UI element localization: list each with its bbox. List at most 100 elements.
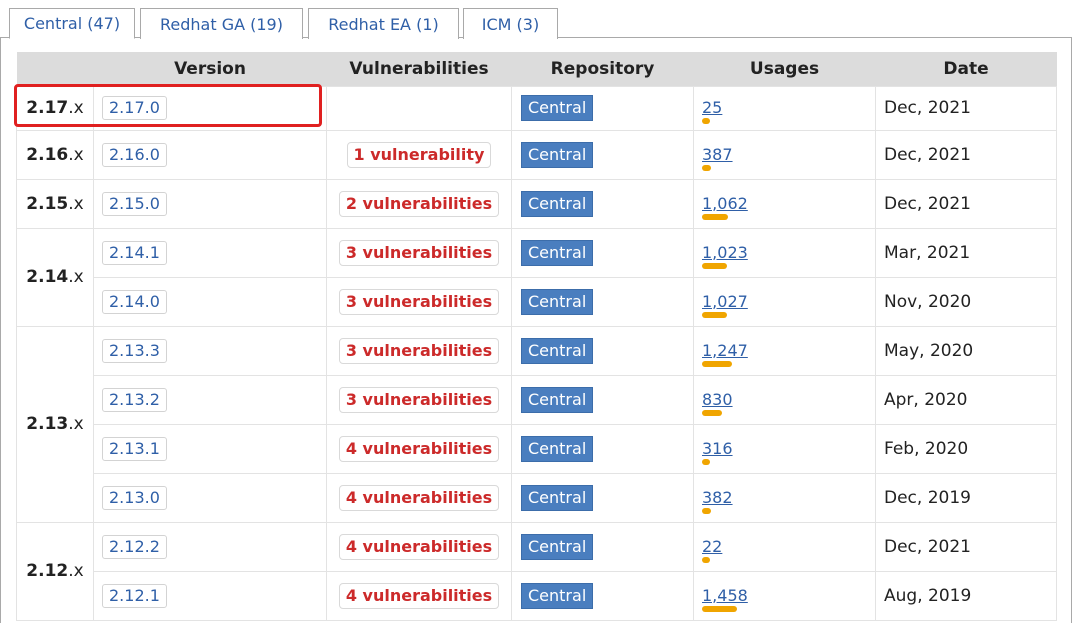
repository-badge[interactable]: Central — [521, 288, 594, 315]
usage-count-link[interactable]: 1,027 — [702, 292, 748, 311]
version-link[interactable]: 2.13.3 — [102, 338, 167, 363]
table-row: 2.13.0 4 vulnerabilities Central 382 Dec, 20… — [17, 472, 1057, 523]
repository-badge[interactable]: Central — [521, 582, 594, 609]
date-cell: Dec, 2021 — [875, 129, 1057, 180]
usage-count-link[interactable]: 387 — [702, 145, 733, 164]
vulnerability-badge[interactable]: 3 vulnerabilities — [338, 337, 500, 364]
usage-count-link[interactable]: 25 — [702, 98, 722, 117]
vulnerability-badge[interactable]: 4 vulnerabilities — [338, 484, 500, 511]
repository-badge[interactable]: Central — [521, 533, 594, 560]
vulnerability-badge[interactable]: 4 vulnerabilities — [338, 582, 500, 609]
usage-wrap: 1,247 — [702, 341, 748, 367]
date-cell: Nov, 2020 — [875, 276, 1057, 327]
header-date: Date — [875, 52, 1057, 86]
repository-cell: Central — [511, 472, 694, 523]
table-body: 2.17.x 2.17.0 Central 25 Dec, 2021 2.16.x 2.16… — [16, 85, 1057, 621]
date-cell: Dec, 2021 — [875, 178, 1057, 229]
usages-cell: 22 — [693, 521, 876, 572]
version-link[interactable]: 2.12.1 — [102, 583, 167, 608]
minor-version-number: 2.15 — [26, 193, 69, 214]
version-link[interactable]: 2.13.2 — [102, 387, 167, 412]
vulnerability-badge[interactable]: 3 vulnerabilities — [338, 386, 500, 413]
vulnerabilities-cell: 3 vulnerabilities — [326, 276, 512, 327]
versions-panel: Central (47) Redhat GA (19) Redhat EA (1… — [0, 0, 1080, 623]
vulnerability-badge[interactable]: 4 vulnerabilities — [338, 533, 500, 560]
date-cell: Feb, 2020 — [875, 423, 1057, 474]
repository-badge[interactable]: Central — [521, 337, 594, 364]
tab-redhat-ga[interactable]: Redhat GA (19) — [140, 8, 303, 39]
minor-version-number: 2.14 — [26, 267, 69, 287]
vulnerabilities-cell: 4 vulnerabilities — [326, 423, 512, 474]
tab-redhat-ea[interactable]: Redhat EA (1) — [308, 8, 459, 39]
vulnerability-badge[interactable]: 4 vulnerabilities — [338, 435, 500, 462]
date-cell: Aug, 2019 — [875, 570, 1057, 621]
usage-wrap: 382 — [702, 488, 733, 514]
table-row: 2.13.1 4 vulnerabilities Central 316 Feb, 20… — [17, 423, 1057, 474]
minor-version-label: 2.13.x — [16, 325, 94, 523]
date-cell: Dec, 2019 — [875, 472, 1057, 523]
version-link[interactable]: 2.15.0 — [102, 191, 167, 216]
version-link[interactable]: 2.14.1 — [102, 240, 167, 265]
usages-cell: 1,458 — [693, 570, 876, 621]
usage-wrap: 1,062 — [702, 194, 748, 220]
usage-wrap: 22 — [702, 537, 722, 563]
minor-version-number: 2.13 — [26, 414, 69, 434]
minor-version-suffix: .x — [68, 561, 84, 581]
usage-wrap: 1,458 — [702, 586, 748, 612]
usage-bar — [702, 409, 722, 416]
repository-badge[interactable]: Central — [521, 435, 594, 462]
vulnerabilities-cell: 3 vulnerabilities — [326, 374, 512, 425]
repository-cell: Central — [511, 570, 694, 621]
repository-badge[interactable]: Central — [521, 239, 594, 266]
repository-badge[interactable]: Central — [521, 141, 594, 168]
minor-version-suffix: .x — [68, 414, 84, 434]
usage-wrap: 1,023 — [702, 243, 748, 269]
usages-cell: 1,027 — [693, 276, 876, 327]
version-link[interactable]: 2.17.0 — [102, 96, 167, 120]
version-link[interactable]: 2.16.0 — [102, 142, 167, 167]
repository-badge[interactable]: Central — [521, 484, 594, 511]
version-cell: 2.16.0 — [93, 129, 327, 180]
version-link[interactable]: 2.12.2 — [102, 534, 167, 559]
usage-count-link[interactable]: 830 — [702, 390, 733, 409]
usage-count-link[interactable]: 22 — [702, 537, 722, 556]
repository-cell: Central — [511, 423, 694, 474]
repository-cell: Central — [511, 521, 694, 572]
usages-cell: 1,247 — [693, 325, 876, 376]
usage-wrap: 1,027 — [702, 292, 748, 318]
table-row: 2.14.0 3 vulnerabilities Central 1,027 Nov, … — [17, 276, 1057, 327]
date-cell: Dec, 2021 — [875, 85, 1057, 131]
usage-count-link[interactable]: 1,062 — [702, 194, 748, 213]
minor-version-label: 2.12.x — [16, 521, 94, 621]
tab-central[interactable]: Central (47) — [9, 8, 135, 39]
header-vulnerabilities: Vulnerabilities — [326, 52, 512, 86]
vulnerability-badge[interactable]: 3 vulnerabilities — [338, 239, 500, 266]
date-cell: Apr, 2020 — [875, 374, 1057, 425]
table-row: 2.13.x 2.13.3 3 vulnerabilities Central 1,24… — [16, 325, 1057, 523]
usage-wrap: 830 — [702, 390, 733, 416]
vulnerability-badge[interactable]: 1 vulnerability — [346, 141, 492, 168]
repository-cell: Central — [511, 227, 694, 278]
usage-count-link[interactable]: 316 — [702, 439, 733, 458]
vulnerabilities-cell: 4 vulnerabilities — [326, 472, 512, 523]
repository-badge[interactable]: Central — [521, 190, 594, 217]
usage-wrap: 387 — [702, 145, 733, 171]
header-usages: Usages — [693, 52, 876, 86]
vulnerabilities-cell: 4 vulnerabilities — [326, 521, 512, 572]
repository-badge[interactable]: Central — [521, 386, 594, 413]
usage-count-link[interactable]: 382 — [702, 488, 733, 507]
version-link[interactable]: 2.14.0 — [102, 289, 167, 314]
version-link[interactable]: 2.13.1 — [102, 436, 167, 461]
vulnerability-badge[interactable]: 3 vulnerabilities — [338, 288, 500, 315]
repository-badge[interactable]: Central — [521, 95, 594, 121]
vulnerabilities-cell: 3 vulnerabilities — [326, 227, 512, 278]
minor-version-suffix: .x — [68, 144, 84, 165]
usage-count-link[interactable]: 1,023 — [702, 243, 748, 262]
table-row: 2.15.x 2.15.0 2 vulnerabilities Central 1,06… — [16, 178, 1057, 229]
vulnerability-badge[interactable]: 2 vulnerabilities — [338, 190, 500, 217]
version-link[interactable]: 2.13.0 — [102, 485, 167, 510]
usage-bar — [702, 118, 710, 124]
tab-icm[interactable]: ICM (3) — [463, 8, 558, 39]
usage-count-link[interactable]: 1,247 — [702, 341, 748, 360]
usage-count-link[interactable]: 1,458 — [702, 586, 748, 605]
